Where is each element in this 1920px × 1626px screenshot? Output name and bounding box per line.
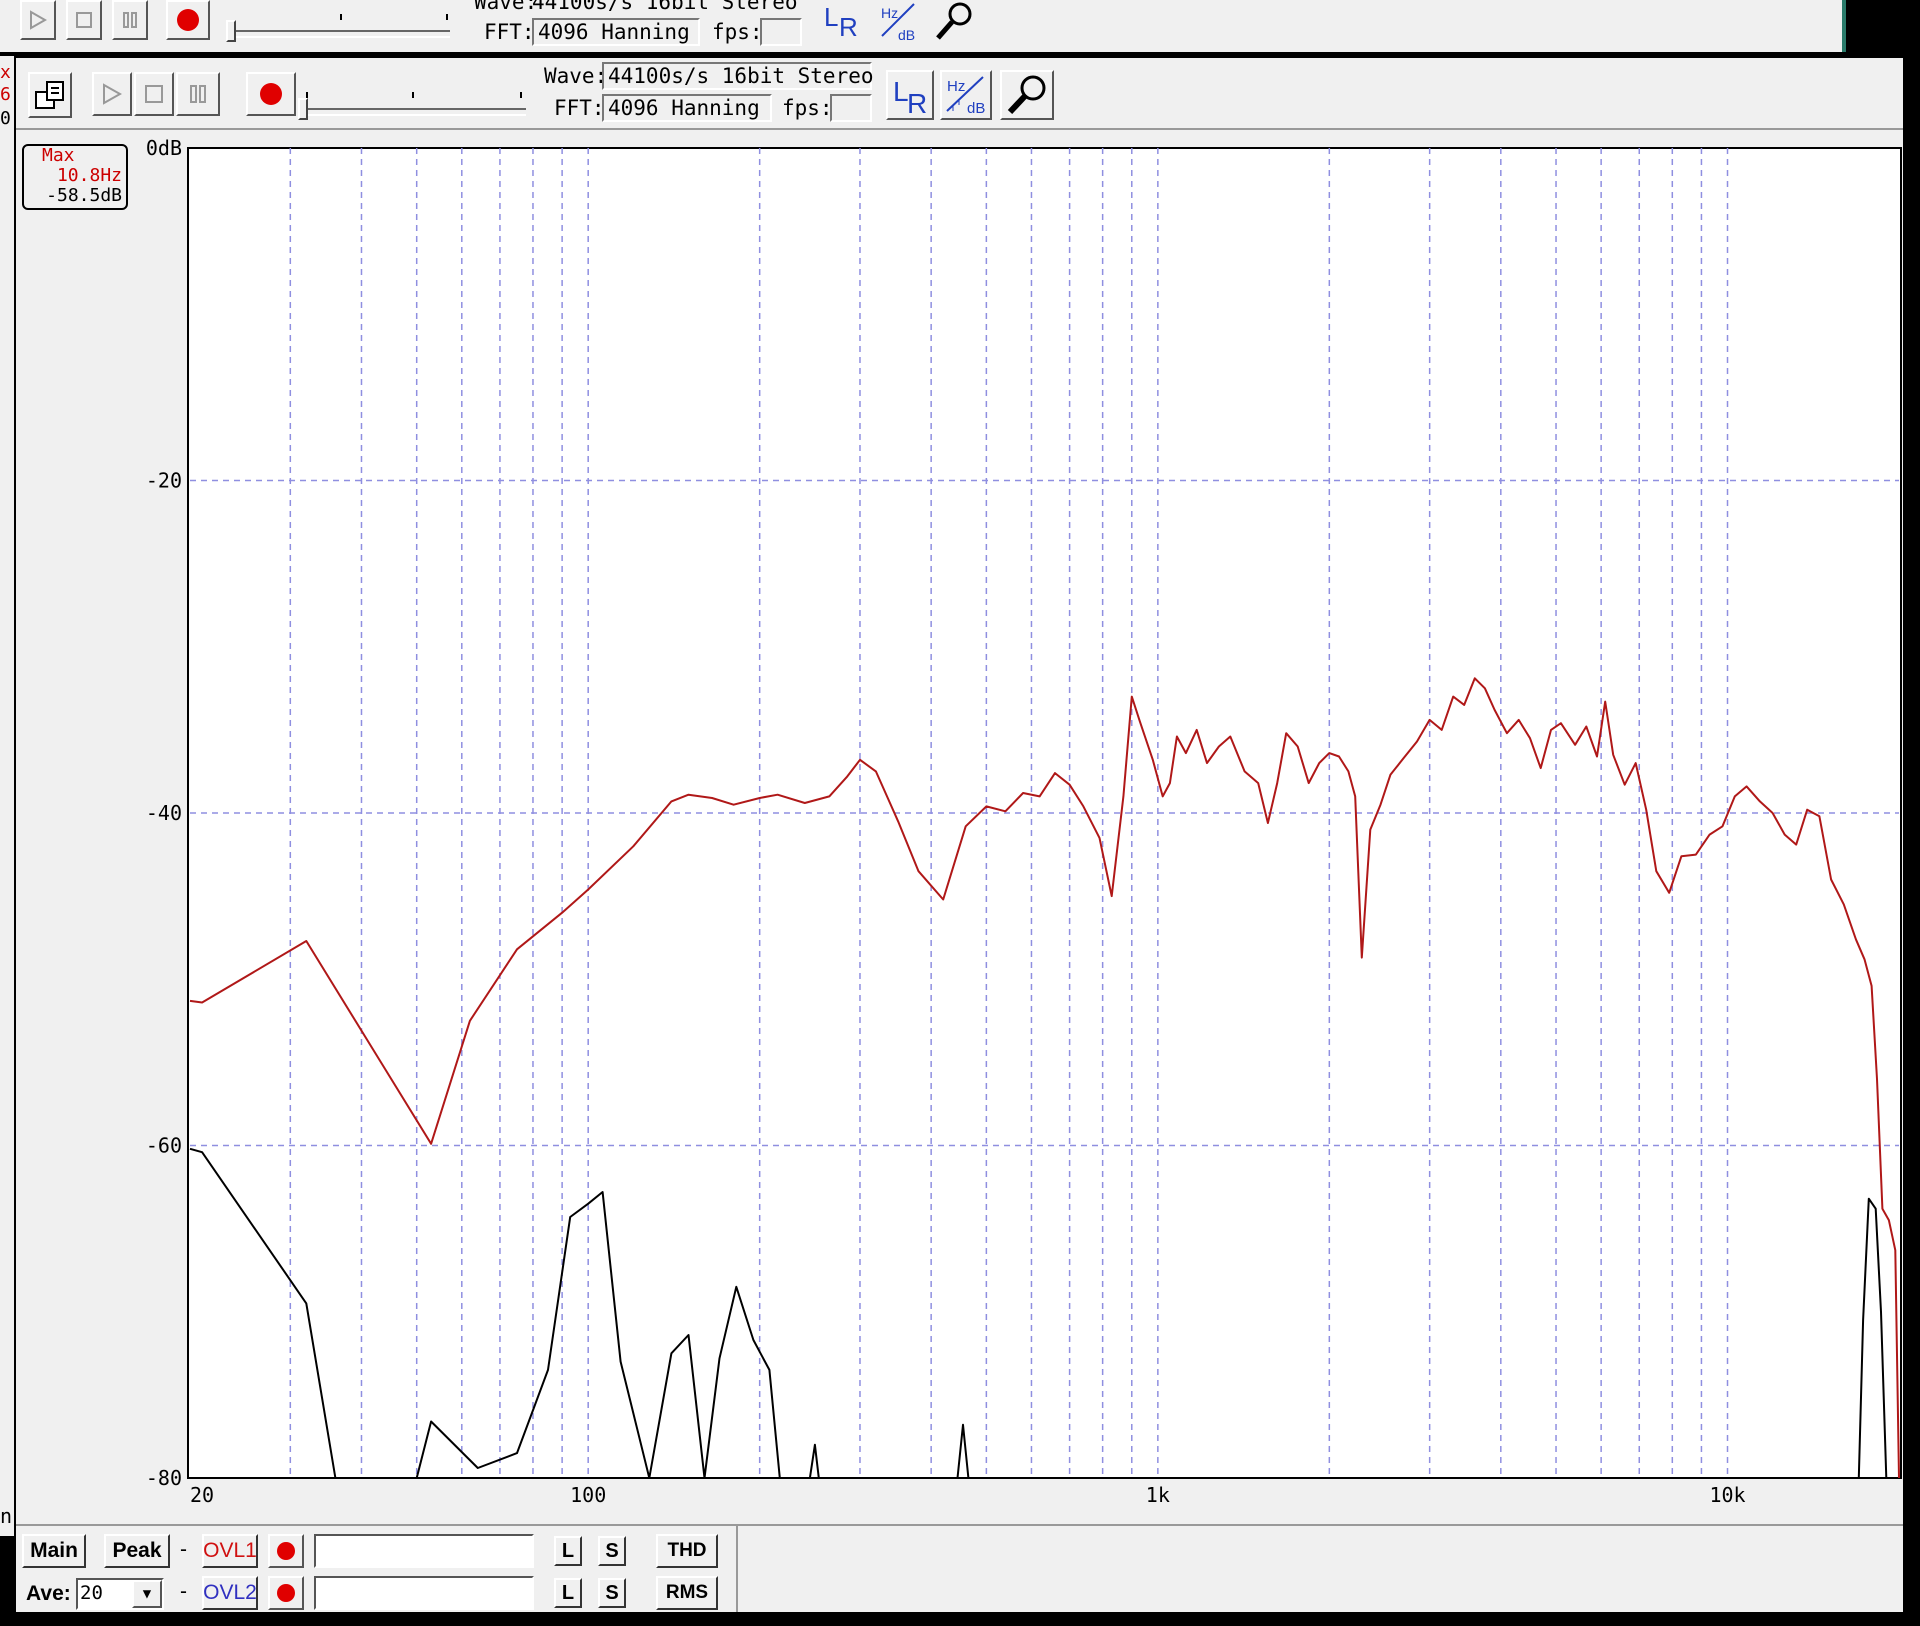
left-edge-panel: x 6 0. n xyxy=(0,56,22,1536)
y-tick-label: -80 xyxy=(146,1466,182,1490)
back-lr-icon[interactable]: LR xyxy=(822,0,860,42)
pause-icon xyxy=(190,85,206,103)
slider-tick xyxy=(412,92,414,98)
x-tick-label: 100 xyxy=(570,1483,606,1507)
main-window: Wave: 44100s/s 16bit Stereo FFT: 4096 Ha… xyxy=(16,58,1903,1612)
stop-button[interactable] xyxy=(134,72,174,116)
x-tick-label: 10k xyxy=(1709,1483,1745,1507)
hz-db-icon: HzdB xyxy=(946,76,985,117)
level-slider[interactable] xyxy=(306,108,526,116)
fps-label: fps: xyxy=(782,96,833,120)
slider-tick xyxy=(520,92,522,98)
ovl2-l-button[interactable]: L xyxy=(554,1578,582,1608)
hz-db-scale-button[interactable]: Hz dB xyxy=(940,70,992,120)
ave-value: 20 xyxy=(80,1582,103,1604)
left-edge-char: n xyxy=(0,1504,13,1528)
rms-button[interactable]: RMS xyxy=(656,1576,718,1610)
chevron-down-icon: ▼ xyxy=(142,1586,152,1602)
ovl1-s-button[interactable]: S xyxy=(598,1536,626,1566)
y-tick-label: -60 xyxy=(146,1134,182,1158)
record-icon xyxy=(177,9,199,31)
slider-thumb[interactable] xyxy=(298,98,308,120)
svg-text:Hz: Hz xyxy=(881,5,898,21)
thd-button[interactable]: THD xyxy=(656,1534,718,1568)
svg-text:R: R xyxy=(907,88,927,117)
wave-label: Wave: xyxy=(544,64,608,88)
slider-tick xyxy=(446,14,448,20)
back-level-slider[interactable] xyxy=(230,30,450,38)
back-fft-label: FFT: xyxy=(484,20,535,44)
svg-text:R: R xyxy=(839,12,858,40)
open-file-button[interactable] xyxy=(28,72,72,118)
back-fps-label: fps: xyxy=(712,20,763,44)
wrench-icon xyxy=(1007,75,1046,115)
ovl2-s-button[interactable]: S xyxy=(598,1578,626,1608)
ave-select[interactable]: 20 ▼ xyxy=(76,1578,164,1610)
lr-channel-button[interactable]: LR xyxy=(886,70,934,120)
back-wave-value: 44100s/s 16bit Stereo xyxy=(532,0,798,14)
play-button[interactable] xyxy=(92,72,132,116)
record-icon xyxy=(277,1542,295,1560)
y-tick-label: -20 xyxy=(146,469,182,493)
back-fft-value: 4096 Hanning xyxy=(532,18,700,46)
ovl1-record-button[interactable] xyxy=(268,1534,304,1568)
settings-button[interactable] xyxy=(1000,70,1054,120)
record-icon xyxy=(277,1584,295,1602)
spectrum-chart: 0dB -20 -40 -60 -80 20 100 1k 10k xyxy=(146,136,1902,1507)
ovl1-text-field[interactable] xyxy=(314,1534,534,1568)
play-icon xyxy=(103,83,122,105)
back-slider-thumb[interactable] xyxy=(226,20,236,42)
svg-text:dB: dB xyxy=(898,27,915,42)
wave-value: 44100s/s 16bit Stereo xyxy=(602,62,874,90)
ave-label: Ave: xyxy=(26,1582,71,1605)
x-tick-label: 1k xyxy=(1146,1483,1170,1507)
ovl2-text-field[interactable] xyxy=(314,1576,534,1610)
open-file-icon xyxy=(35,81,64,109)
bottom-panel: Main Peak - OVL1 L S THD Ave: 20 ▼ - OVL… xyxy=(16,1524,1903,1612)
fft-value: 4096 Hanning xyxy=(602,94,772,122)
stop-icon xyxy=(145,85,163,103)
peak-button[interactable]: Peak xyxy=(104,1534,170,1568)
ovl2-button[interactable]: OVL2 xyxy=(202,1576,258,1610)
lr-icon: LR xyxy=(893,76,927,117)
back-pause-button[interactable] xyxy=(112,0,148,40)
back-play-button[interactable] xyxy=(20,0,56,40)
record-button[interactable] xyxy=(246,72,296,116)
back-hz-db-icon[interactable]: Hz dB xyxy=(878,0,920,43)
hz-text: Hz xyxy=(947,78,965,95)
panel-divider xyxy=(736,1526,738,1612)
x-tick-label: 20 xyxy=(190,1483,214,1507)
db-text: dB xyxy=(967,100,985,117)
record-icon xyxy=(260,83,282,105)
y-tick-label: -40 xyxy=(146,801,182,825)
back-record-button[interactable] xyxy=(166,0,210,40)
dash-separator: - xyxy=(180,1580,187,1603)
back-wrench-icon[interactable] xyxy=(932,0,976,42)
svg-text:L: L xyxy=(824,2,838,32)
y-tick-label: 0dB xyxy=(146,136,182,160)
left-edge-char: 6 xyxy=(0,84,11,105)
back-wave-label: Wave: xyxy=(474,0,538,14)
back-window: Wave: 44100s/s 16bit Stereo FFT: 4096 Ha… xyxy=(0,0,1846,52)
ovl2-record-button[interactable] xyxy=(268,1576,304,1610)
toolbar: Wave: 44100s/s 16bit Stereo FFT: 4096 Ha… xyxy=(16,58,1903,130)
ovl1-button[interactable]: OVL1 xyxy=(202,1534,258,1568)
dash-separator: - xyxy=(180,1538,187,1561)
slider-tick xyxy=(340,14,342,20)
ovl1-l-button[interactable]: L xyxy=(554,1536,582,1566)
left-edge-char: x xyxy=(0,62,11,83)
fps-value xyxy=(830,94,872,122)
main-button[interactable]: Main xyxy=(22,1534,86,1568)
back-window-right-edge xyxy=(1842,0,1846,52)
back-stop-button[interactable] xyxy=(66,0,102,40)
pause-button[interactable] xyxy=(176,72,220,116)
fft-label: FFT: xyxy=(554,96,605,120)
ave-dropdown-button[interactable]: ▼ xyxy=(132,1580,162,1608)
back-fps-value xyxy=(760,18,802,46)
